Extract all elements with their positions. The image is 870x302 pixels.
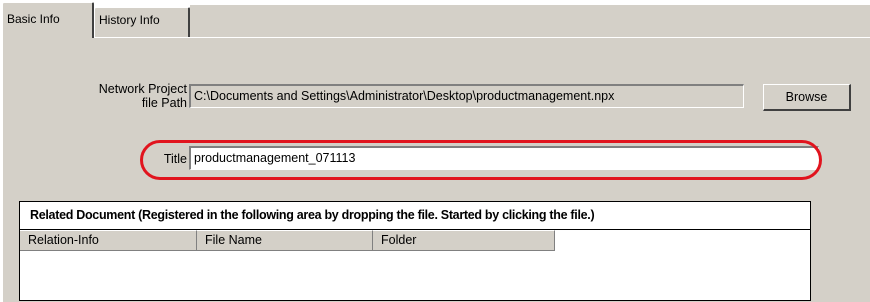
path-label-line2: file Path xyxy=(141,96,187,110)
path-label-line1: Network Project xyxy=(98,82,187,96)
tab-strip-background xyxy=(190,5,870,37)
related-document-columns: Relation-Info File Name Folder xyxy=(20,230,555,251)
browse-button[interactable]: Browse xyxy=(763,84,851,111)
column-header-relation-info[interactable]: Relation-Info xyxy=(20,230,197,251)
project-path-field[interactable]: C:\Documents and Settings\Administrator\… xyxy=(189,84,744,108)
column-header-file-name[interactable]: File Name xyxy=(197,230,373,251)
tab-history-info[interactable]: History Info xyxy=(94,7,190,37)
tab-basic-info[interactable]: Basic Info xyxy=(2,2,94,38)
path-label: Network Project file Path xyxy=(23,82,187,110)
column-header-folder[interactable]: Folder xyxy=(373,230,555,251)
related-document-area[interactable]: Related Document (Registered in the foll… xyxy=(19,201,811,301)
title-highlight-outline xyxy=(140,140,822,180)
related-document-heading: Related Document (Registered in the foll… xyxy=(20,202,810,230)
